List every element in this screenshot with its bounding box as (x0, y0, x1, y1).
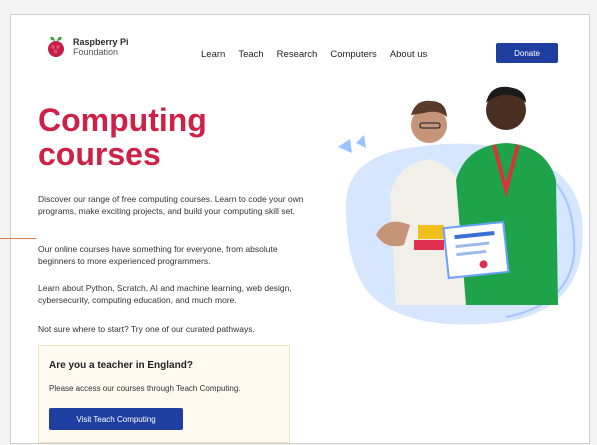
nav-research[interactable]: Research (277, 49, 318, 60)
nav-learn[interactable]: Learn (201, 49, 225, 60)
logo-line-2: Foundation (73, 47, 119, 57)
teacher-callout-text: Please access our courses through Teach … (49, 384, 241, 393)
audience-paragraph: Our online courses have something for ev… (38, 244, 278, 266)
pointer-line (0, 238, 36, 239)
teacher-callout: Are you a teacher in England? Please acc… (38, 345, 290, 443)
nav-about-us[interactable]: About us (390, 49, 428, 60)
title-line-2: courses (38, 136, 161, 172)
raspberry-icon (48, 36, 64, 57)
chevron-accent-1 (338, 139, 352, 153)
logo-text: Raspberry Pi Foundation (73, 37, 129, 57)
teacher-callout-title: Are you a teacher in England? (49, 360, 193, 371)
donate-button[interactable]: Donate (496, 43, 558, 63)
site-logo[interactable]: Raspberry Pi Foundation (45, 35, 129, 59)
page-frame: Raspberry Pi Foundation Learn Teach Rese… (10, 14, 590, 444)
hero-photo (338, 86, 583, 325)
chevron-accent-2 (356, 135, 366, 148)
logo-line-1: Raspberry Pi (73, 37, 129, 47)
page-title: Computing courses (38, 103, 207, 171)
nav-teach[interactable]: Teach (238, 49, 263, 60)
intro-paragraph: Discover our range of free computing cou… (38, 194, 304, 216)
certificate (442, 220, 510, 280)
title-line-1: Computing (38, 102, 207, 138)
topics-paragraph: Learn about Python, Scratch, AI and mach… (38, 283, 292, 305)
main-nav: Learn Teach Research Computers About us (201, 49, 427, 60)
visit-teach-computing-button[interactable]: Visit Teach Computing (49, 408, 183, 430)
person-right-shirt (456, 143, 558, 305)
nav-computers[interactable]: Computers (330, 49, 376, 60)
pathways-paragraph: Not sure where to start? Try one of our … (38, 324, 255, 334)
